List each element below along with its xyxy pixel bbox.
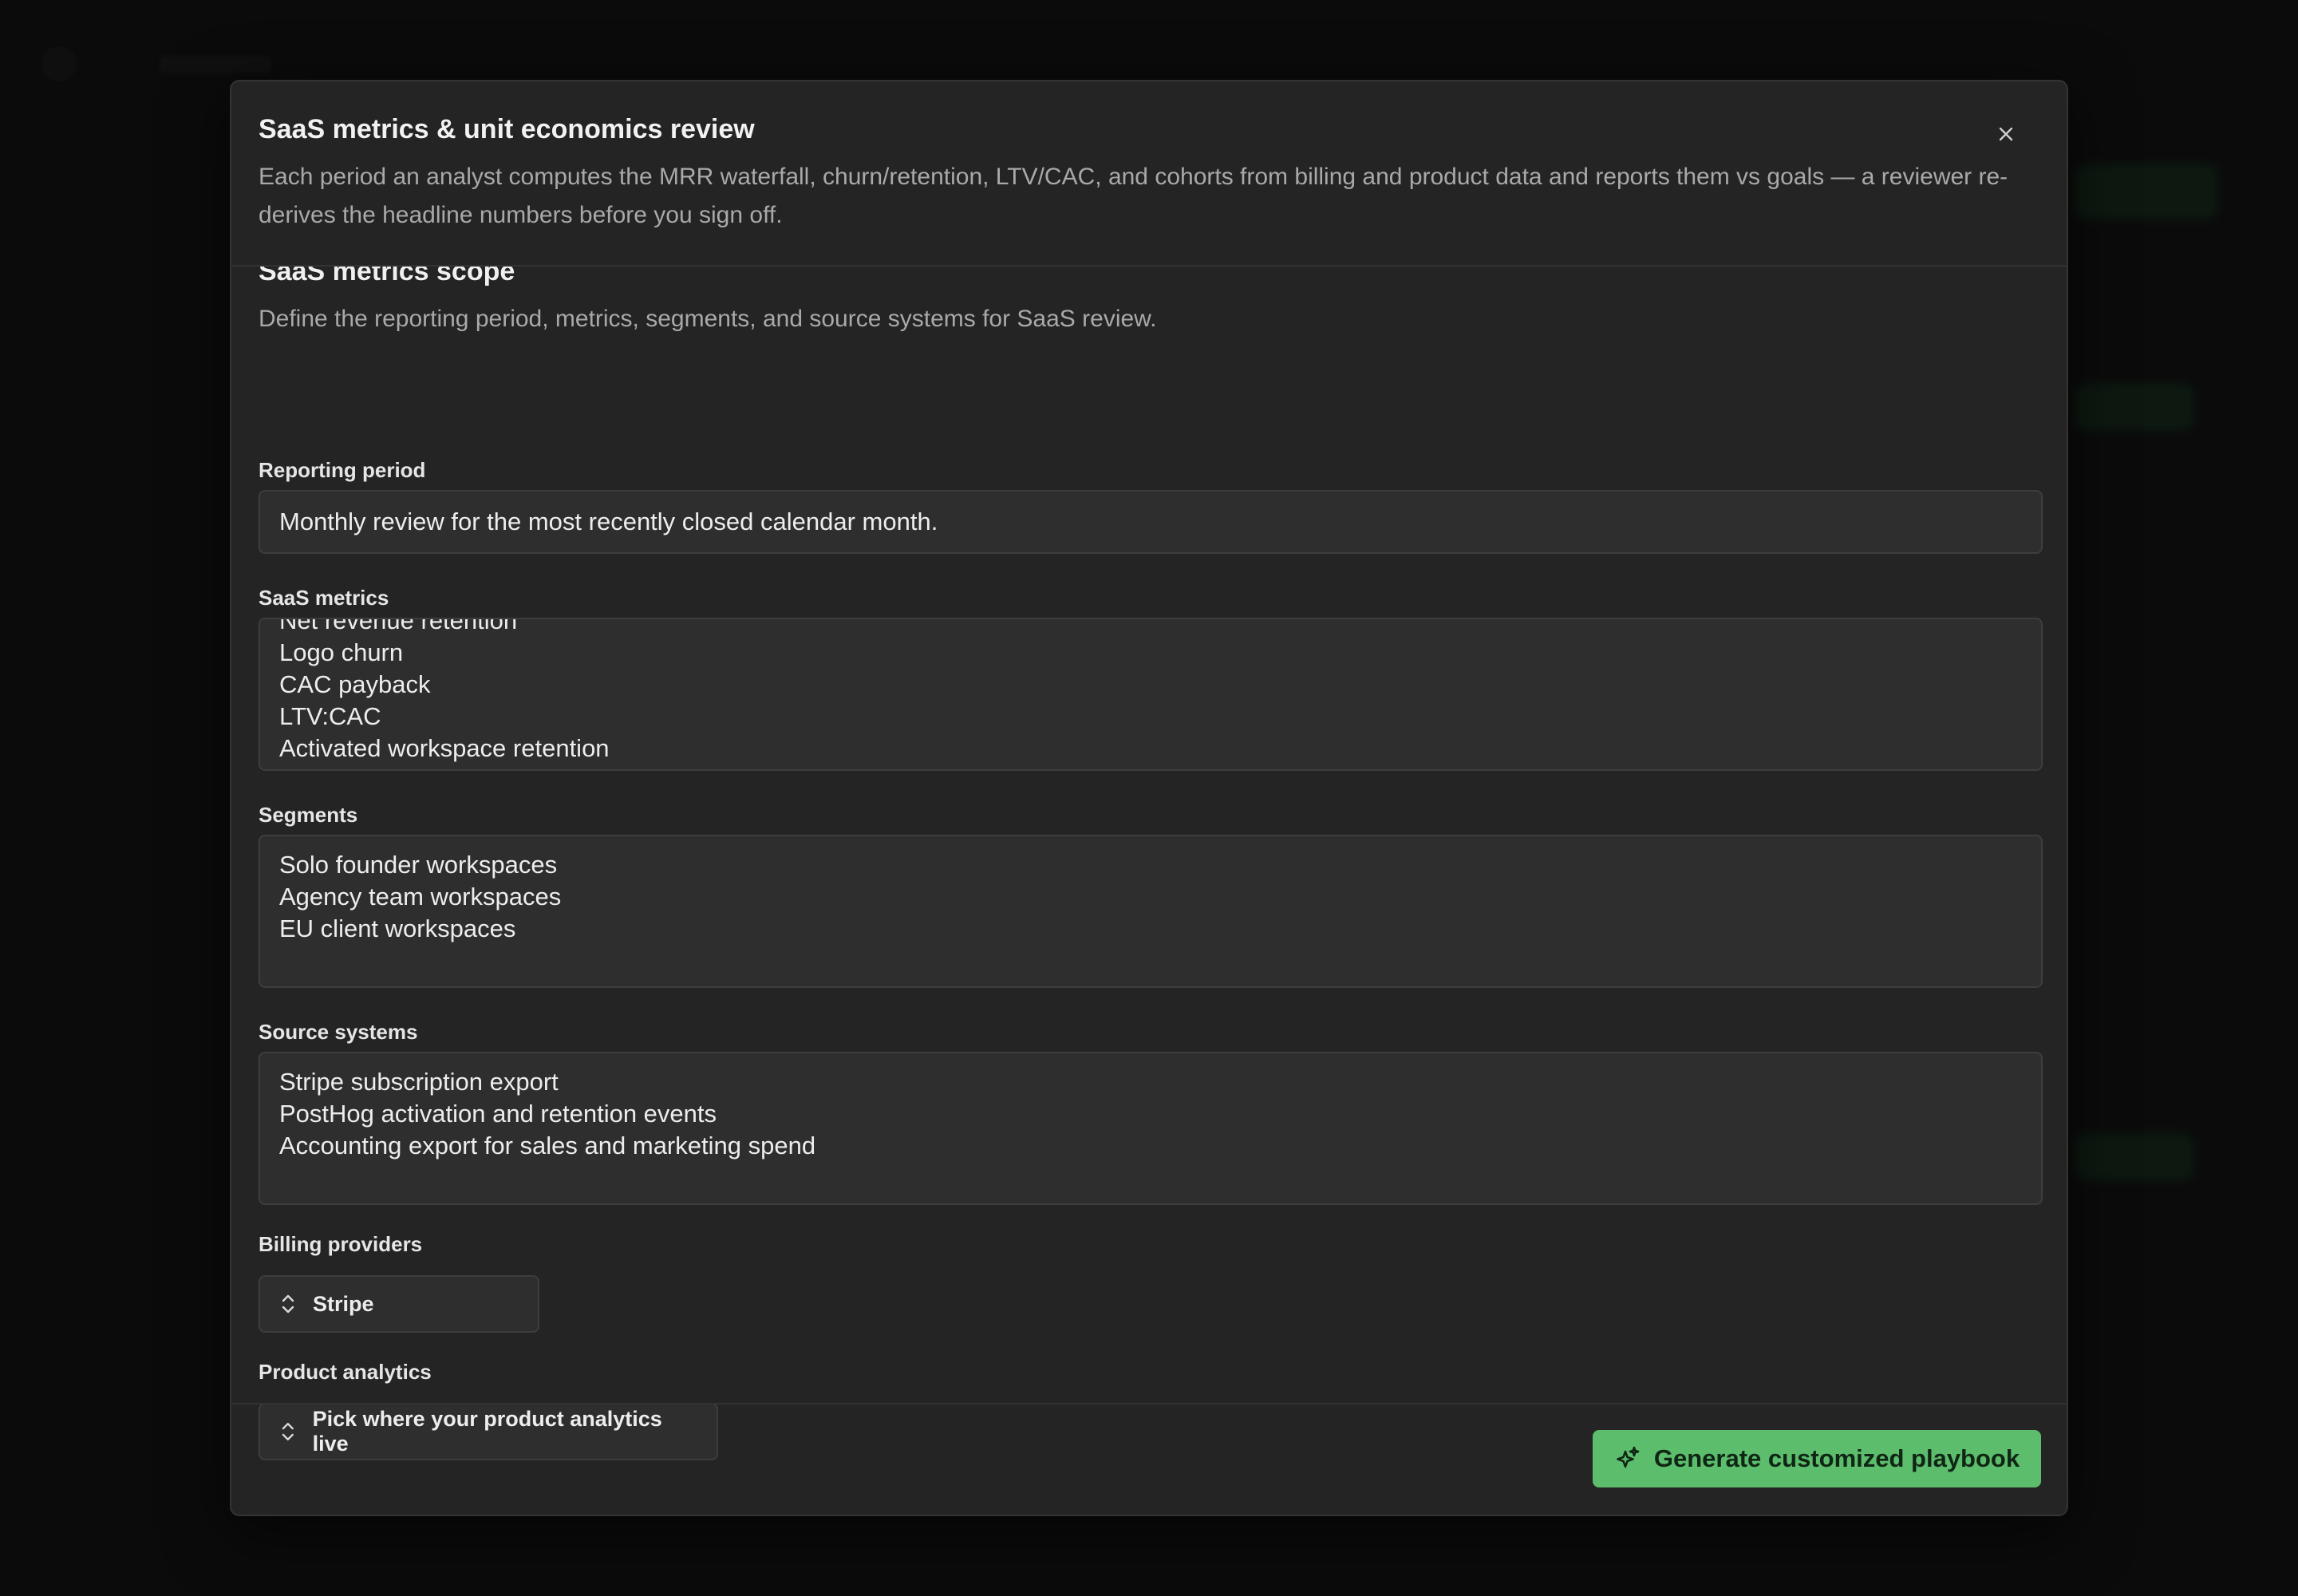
close-icon <box>1999 127 2013 141</box>
segments-textarea[interactable]: Solo founder workspaces Agency team work… <box>259 835 2043 988</box>
saas-metric-line: Net revenue retention <box>279 618 518 634</box>
billing-providers-label: Billing providers <box>259 1232 423 1256</box>
saas-metric-line: CAC payback <box>279 670 431 698</box>
source-system-line: Accounting export for sales and marketin… <box>279 1132 816 1159</box>
product-analytics-label: Product analytics <box>259 1360 432 1384</box>
generate-playbook-label: Generate customized playbook <box>1653 1444 2020 1472</box>
source-system-line: PostHog activation and retention events <box>279 1100 717 1128</box>
segments-label: Segments <box>259 803 358 827</box>
billing-providers-select[interactable]: Stripe <box>259 1275 539 1333</box>
saas-metric-line: Activated workspace retention <box>279 734 610 762</box>
modal-title: SaaS metrics & unit economics review <box>259 114 755 144</box>
sparkles-icon <box>1617 1446 1640 1468</box>
close-button[interactable] <box>1987 115 2025 153</box>
source-systems-label: Source systems <box>259 1020 418 1044</box>
chevron-up-down-icon <box>282 1294 294 1314</box>
section-description: Define the reporting period, metrics, se… <box>259 306 1157 332</box>
modal-body[interactable]: SaaS metrics scope Define the reporting … <box>231 267 2067 1486</box>
saas-metrics-textarea[interactable]: Net revenue retention Logo churn CAC pay… <box>259 618 2043 771</box>
segment-line: EU client workspaces <box>279 915 516 942</box>
modal-description: Each period an analyst computes the MRR … <box>259 164 2008 228</box>
saas-metric-line: LTV:CAC <box>279 702 381 730</box>
modal-header: SaaS metrics & unit economics review Eac… <box>231 81 2067 267</box>
reporting-period-input[interactable]: Monthly review for the most recently clo… <box>259 490 2043 554</box>
source-systems-textarea[interactable]: Stripe subscription export PostHog activ… <box>259 1052 2043 1205</box>
saas-metrics-label: SaaS metrics <box>259 586 389 610</box>
modal-footer: Generate customized playbook <box>231 1403 2067 1515</box>
saas-metric-line: Logo churn <box>279 638 404 666</box>
billing-providers-value: Stripe <box>313 1291 374 1316</box>
reporting-period-label: Reporting period <box>259 458 426 482</box>
playbook-modal: SaaS metrics & unit economics review Eac… <box>230 80 2068 1516</box>
segment-line: Solo founder workspaces <box>279 851 558 879</box>
section-title: SaaS metrics scope <box>259 267 515 286</box>
generate-playbook-button[interactable]: Generate customized playbook <box>1593 1430 2041 1487</box>
segment-line: Agency team workspaces <box>279 883 562 911</box>
source-system-line: Stripe subscription export <box>279 1068 559 1096</box>
reporting-period-value: Monthly review for the most recently clo… <box>279 508 938 535</box>
